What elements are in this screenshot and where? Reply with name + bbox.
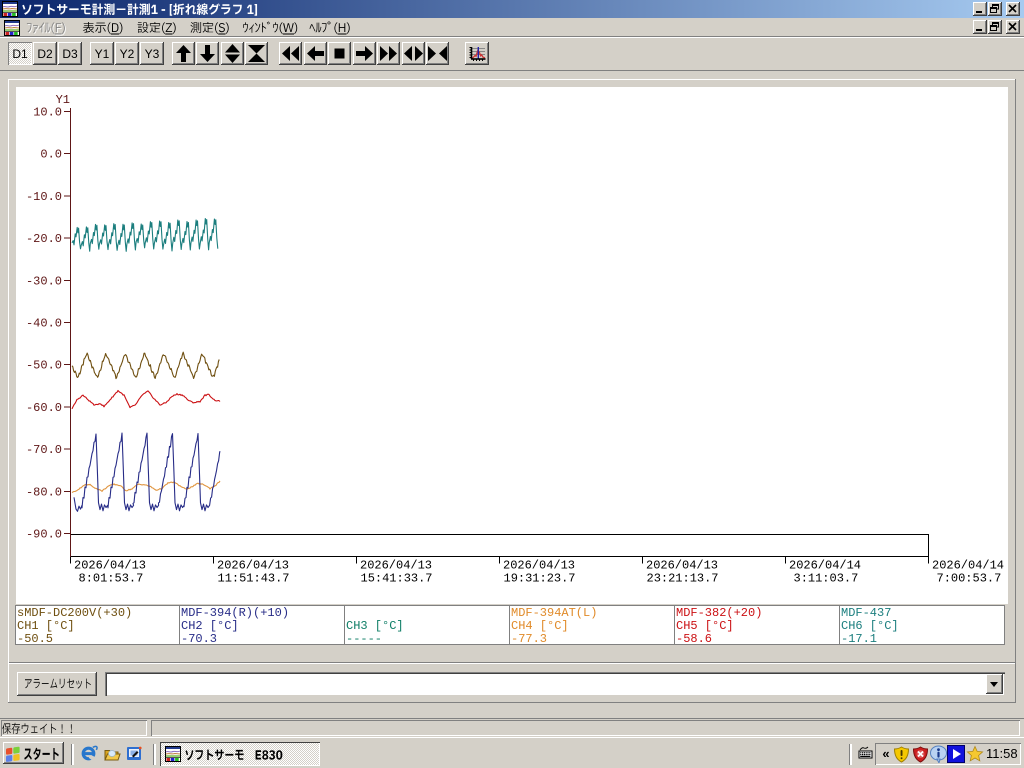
svg-text:-90.0: -90.0 <box>26 528 62 542</box>
svg-text:10.0: 10.0 <box>33 106 62 120</box>
svg-text:3:11:03.7: 3:11:03.7 <box>794 572 859 586</box>
svg-text:2026/04/13: 2026/04/13 <box>646 559 718 573</box>
svg-text:-20.0: -20.0 <box>26 232 62 246</box>
svg-text:2026/04/14: 2026/04/14 <box>932 559 1004 573</box>
svg-text:-60.0: -60.0 <box>26 401 62 415</box>
svg-text:11:51:43.7: 11:51:43.7 <box>218 572 290 586</box>
svg-text:-40.0: -40.0 <box>26 317 62 331</box>
svg-text:-10.0: -10.0 <box>26 190 62 204</box>
svg-text:23:21:13.7: 23:21:13.7 <box>647 572 719 586</box>
svg-text:2026/04/13: 2026/04/13 <box>217 559 289 573</box>
svg-text:-50.0: -50.0 <box>26 359 62 373</box>
svg-text:0.0: 0.0 <box>40 148 62 162</box>
svg-text:-70.0: -70.0 <box>26 443 62 457</box>
svg-text:2026/04/14: 2026/04/14 <box>789 559 861 573</box>
svg-text:2026/04/13: 2026/04/13 <box>74 559 146 573</box>
svg-text:8:01:53.7: 8:01:53.7 <box>79 572 144 586</box>
svg-text:15:41:33.7: 15:41:33.7 <box>361 572 433 586</box>
svg-text:2026/04/13: 2026/04/13 <box>503 559 575 573</box>
svg-text:2026/04/13: 2026/04/13 <box>360 559 432 573</box>
svg-text:-30.0: -30.0 <box>26 274 62 288</box>
svg-text:-80.0: -80.0 <box>26 485 62 499</box>
svg-text:7:00:53.7: 7:00:53.7 <box>937 572 1002 586</box>
svg-text:19:31:23.7: 19:31:23.7 <box>504 572 576 586</box>
